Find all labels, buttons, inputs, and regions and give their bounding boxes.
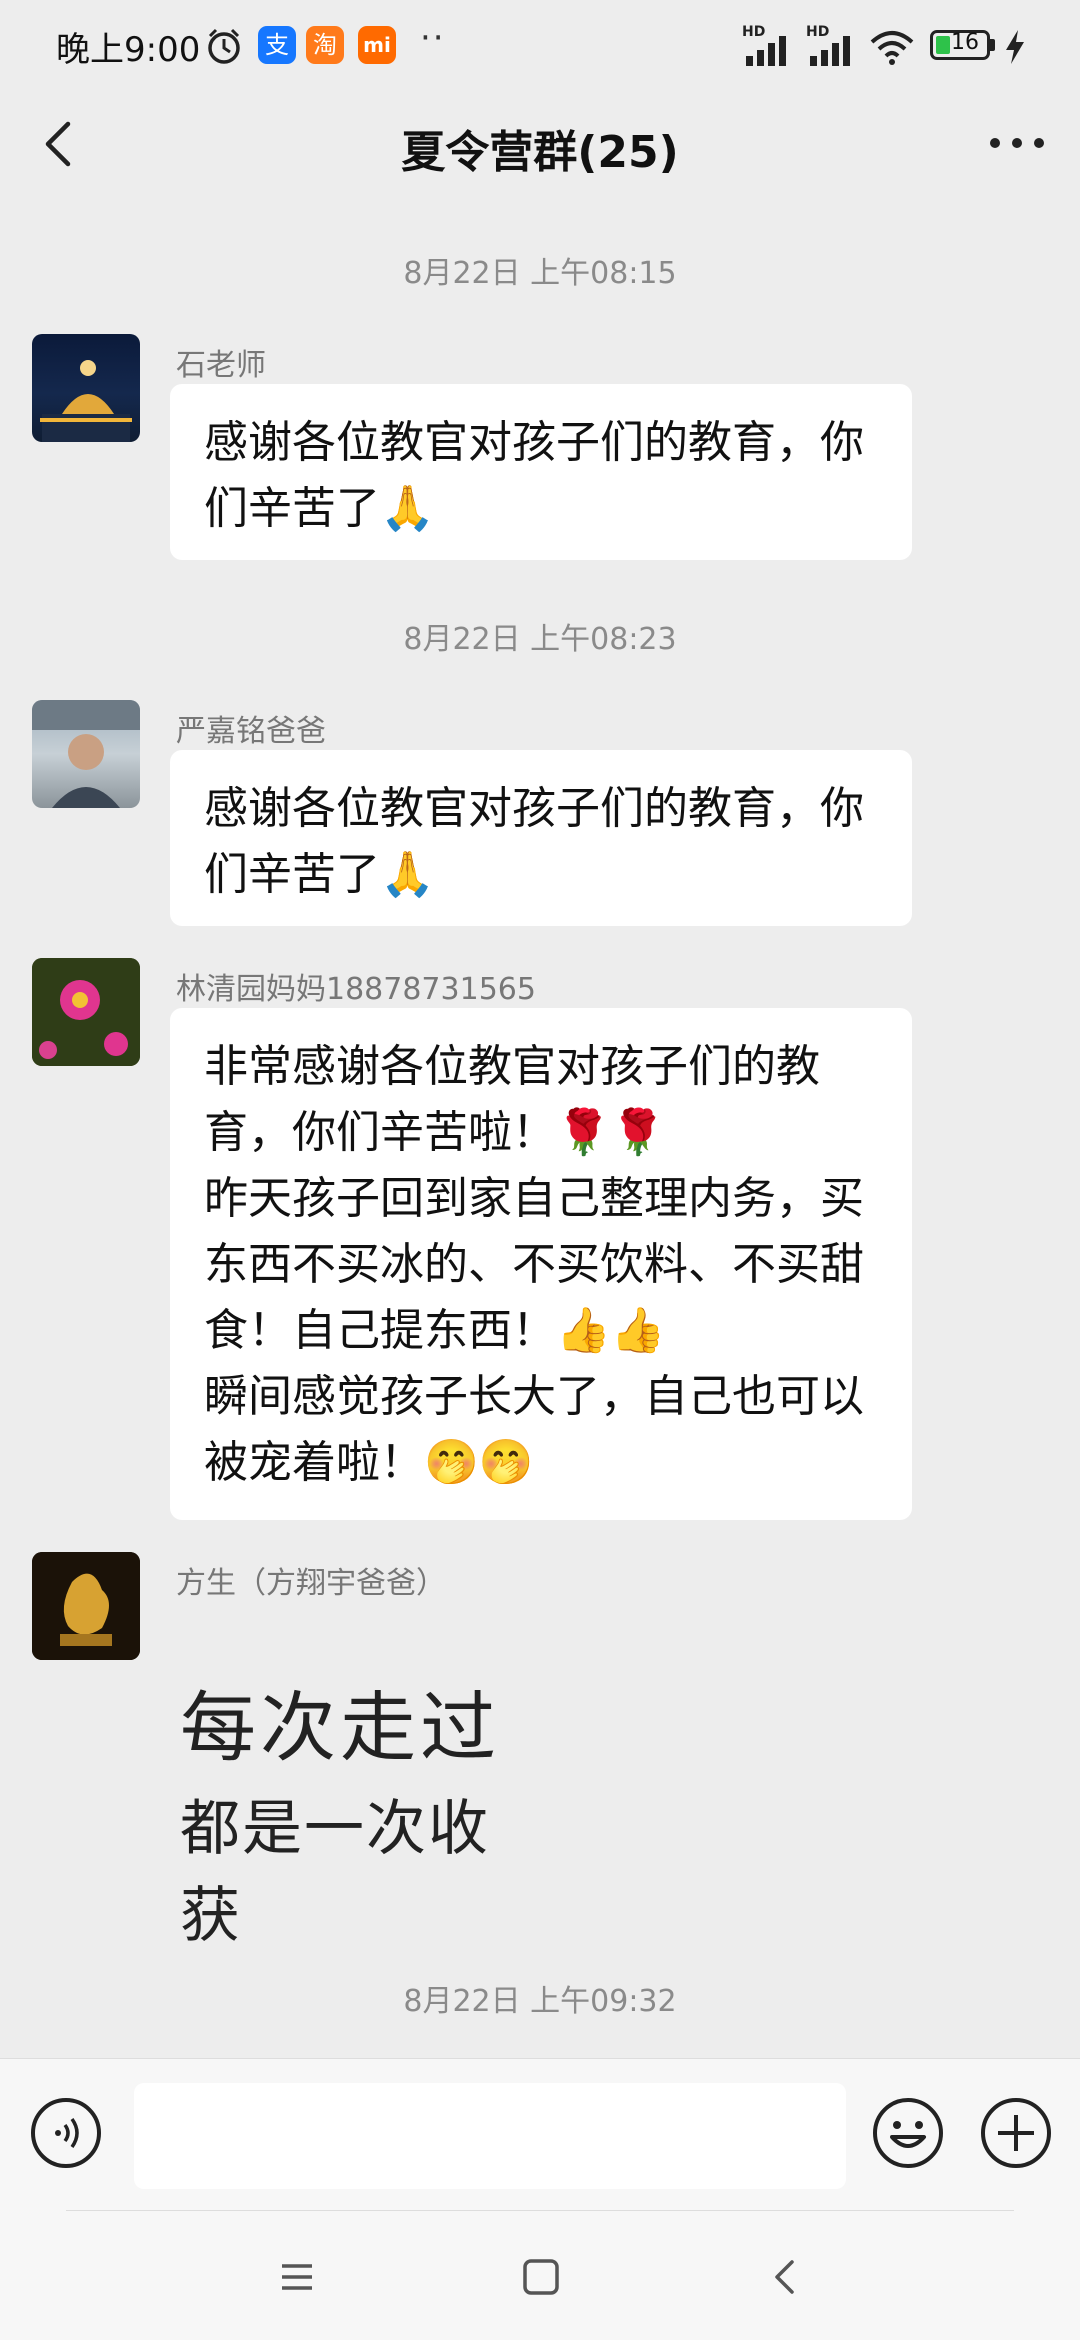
avatar[interactable] (32, 334, 140, 442)
wifi-icon (870, 31, 914, 65)
sticker-text-line2: 都是一次收获 (180, 1794, 490, 1951)
sender-name: 林清园妈妈18878731565 (176, 972, 536, 1007)
charging-icon (1006, 30, 1024, 64)
battery-level: 16 (951, 30, 979, 55)
message-bubble[interactable]: 非常感谢各位教官对孩子们的教 育，你们辛苦啦！🌹🌹 昨天孩子回到家自己整理内务，… (170, 1008, 912, 1520)
system-nav-bar (0, 2210, 1080, 2340)
sender-name: 方生（方翔宇爸爸） (176, 1566, 446, 1601)
sticker-image[interactable]: 每次走过 都是一次收获 (172, 1660, 532, 1951)
menu-icon[interactable] (272, 2252, 322, 2302)
alarm-icon (208, 28, 240, 64)
taobao-icon: 淘 (306, 26, 344, 64)
timestamp: 8月22日 上午08:15 (403, 256, 677, 291)
alipay-icon: 支 (258, 26, 296, 64)
message-bubble[interactable]: 感谢各位教官对孩子们的教育，你 们辛苦了🙏 (170, 750, 912, 926)
avatar[interactable] (32, 958, 140, 1066)
more-options-button[interactable] (982, 118, 1052, 168)
battery-icon: 16 (930, 30, 990, 60)
input-bar (0, 2058, 1080, 2211)
message-text: 感谢各位教官对孩子们的教育，你 们辛苦了🙏 (204, 783, 864, 900)
status-time: 晚上9:00 (56, 30, 201, 70)
timestamp: 8月22日 上午08:23 (403, 622, 677, 657)
sticker-text-line1: 每次走过 (180, 1683, 500, 1772)
avatar[interactable] (32, 1552, 140, 1660)
signal-icon-2 (810, 36, 850, 66)
voice-icon[interactable] (30, 2097, 102, 2169)
sender-name: 严嘉铭爸爸 (176, 714, 326, 749)
xiaomi-icon: mi (358, 26, 396, 64)
signal-icon (746, 36, 786, 66)
avatar[interactable] (32, 700, 140, 808)
home-icon[interactable] (516, 2252, 566, 2302)
plus-icon[interactable] (980, 2097, 1052, 2169)
message-bubble[interactable]: 感谢各位教官对孩子们的教育，你 们辛苦了🙏 (170, 384, 912, 560)
more-notifications-icon: ·· (420, 18, 446, 58)
chat-header: 夏令营群(25) (0, 96, 1080, 192)
status-bar: 晚上9:00 支 淘 mi ·· HD HD 16 (0, 0, 1080, 96)
message-text: 非常感谢各位教官对孩子们的教 育，你们辛苦啦！🌹🌹 昨天孩子回到家自己整理内务，… (204, 1041, 864, 1488)
back-icon[interactable] (762, 2252, 812, 2302)
sender-name: 石老师 (176, 348, 266, 383)
timestamp: 8月22日 上午09:32 (403, 1984, 677, 2019)
emoji-icon[interactable] (872, 2097, 944, 2169)
message-input[interactable] (134, 2083, 846, 2189)
chat-title: 夏令营群(25) (401, 127, 679, 178)
message-text: 感谢各位教官对孩子们的教育，你 们辛苦了🙏 (204, 417, 864, 534)
